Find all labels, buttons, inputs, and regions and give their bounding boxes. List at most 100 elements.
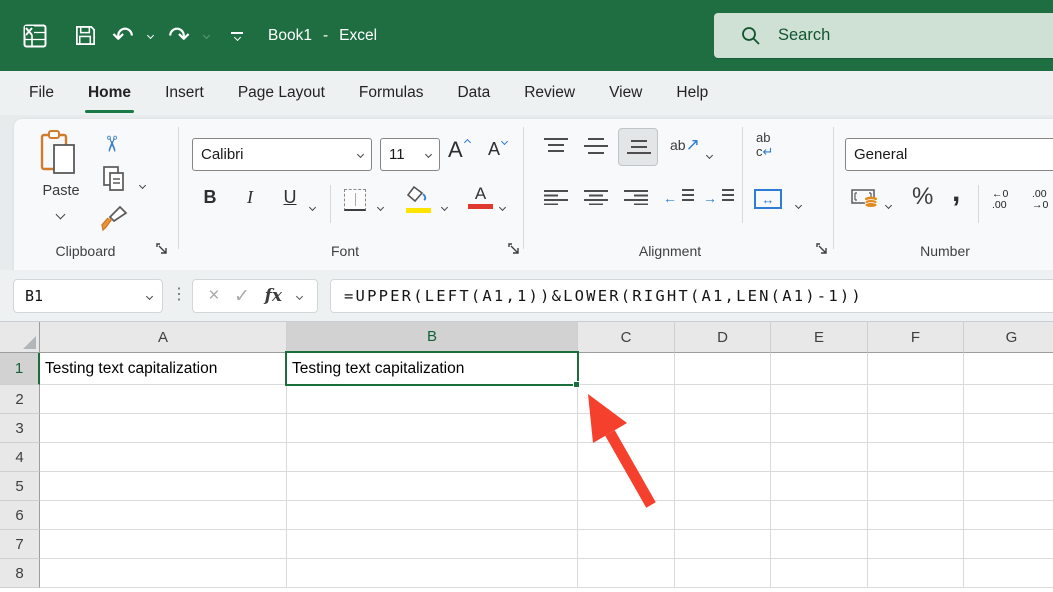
row-header-1[interactable]: 1: [0, 353, 40, 385]
cell-C3[interactable]: [578, 414, 675, 443]
cell-G1[interactable]: [964, 353, 1053, 385]
cell-F3[interactable]: [868, 414, 964, 443]
cell-B8[interactable]: [287, 559, 578, 588]
merge-center-dropdown[interactable]: [796, 195, 801, 213]
top-align-button[interactable]: [543, 137, 569, 160]
paste-dropdown[interactable]: [57, 205, 64, 223]
cell-C7[interactable]: [578, 530, 675, 559]
cell-F4[interactable]: [868, 443, 964, 472]
cell-B5[interactable]: [287, 472, 578, 501]
underline-button[interactable]: U: [278, 187, 302, 208]
menu-tab-view[interactable]: View: [592, 71, 659, 115]
menu-tab-page-layout[interactable]: Page Layout: [221, 71, 342, 115]
cell-G3[interactable]: [964, 414, 1053, 443]
cell-A4[interactable]: [40, 443, 287, 472]
cell-D4[interactable]: [675, 443, 771, 472]
cell-A6[interactable]: [40, 501, 287, 530]
cell-G5[interactable]: [964, 472, 1053, 501]
cell-A2[interactable]: [40, 385, 287, 414]
select-all-button[interactable]: [0, 322, 40, 353]
align-right-button[interactable]: [623, 189, 649, 210]
column-header-D[interactable]: D: [675, 322, 771, 353]
cell-F7[interactable]: [868, 530, 964, 559]
cell-F2[interactable]: [868, 385, 964, 414]
font-color-button[interactable]: A: [468, 185, 493, 209]
cell-G2[interactable]: [964, 385, 1053, 414]
name-box[interactable]: B1: [13, 279, 163, 313]
insert-function-button[interactable]: fx: [265, 286, 282, 306]
cell-D5[interactable]: [675, 472, 771, 501]
row-header-7[interactable]: 7: [0, 530, 40, 559]
accounting-format-button[interactable]: [851, 187, 879, 214]
undo-button[interactable]: ↶: [108, 0, 138, 71]
cancel-entry-button[interactable]: ×: [208, 285, 219, 307]
column-header-E[interactable]: E: [771, 322, 868, 353]
font-color-dropdown[interactable]: [500, 197, 505, 215]
cell-E4[interactable]: [771, 443, 868, 472]
copy-button[interactable]: [102, 165, 128, 198]
cell-C2[interactable]: [578, 385, 675, 414]
cell-D1[interactable]: [675, 353, 771, 385]
menu-tab-insert[interactable]: Insert: [148, 71, 221, 115]
row-header-6[interactable]: 6: [0, 501, 40, 530]
cell-E2[interactable]: [771, 385, 868, 414]
column-header-G[interactable]: G: [964, 322, 1053, 353]
orientation-button[interactable]: ab↗: [670, 135, 700, 155]
increase-decimal-button[interactable]: ←0 .00: [992, 189, 1008, 211]
decrease-font-size-button[interactable]: A: [488, 139, 505, 160]
cell-B2[interactable]: [287, 385, 578, 414]
bottom-align-button-selected[interactable]: [618, 128, 658, 166]
comma-style-button[interactable]: ,: [952, 175, 960, 209]
cell-C4[interactable]: [578, 443, 675, 472]
italic-button[interactable]: I: [238, 187, 262, 208]
underline-dropdown[interactable]: [310, 197, 315, 215]
excel-app-icon[interactable]: [20, 0, 50, 71]
format-painter-button[interactable]: [100, 203, 130, 238]
undo-dropdown[interactable]: [142, 0, 158, 71]
cell-G8[interactable]: [964, 559, 1053, 588]
cell-C6[interactable]: [578, 501, 675, 530]
cell-B4[interactable]: [287, 443, 578, 472]
menu-tab-help[interactable]: Help: [659, 71, 725, 115]
column-header-C[interactable]: C: [578, 322, 675, 353]
cell-D6[interactable]: [675, 501, 771, 530]
formula-bar-separator-dots[interactable]: ⋮: [171, 284, 187, 304]
bold-button[interactable]: B: [198, 187, 222, 208]
row-header-5[interactable]: 5: [0, 472, 40, 501]
cell-E5[interactable]: [771, 472, 868, 501]
font-dialog-launcher[interactable]: [508, 243, 522, 257]
cell-E3[interactable]: [771, 414, 868, 443]
decrease-decimal-button[interactable]: .00 →0: [1032, 189, 1048, 211]
menu-tab-home[interactable]: Home: [71, 71, 148, 115]
cell-B3[interactable]: [287, 414, 578, 443]
cell-A1[interactable]: Testing text capitalization: [40, 353, 287, 385]
customize-quick-access-button[interactable]: [224, 0, 250, 71]
borders-button[interactable]: [344, 189, 366, 211]
cut-button[interactable]: ✂: [98, 135, 124, 153]
font-name-combobox[interactable]: Calibri: [192, 138, 372, 171]
cell-E7[interactable]: [771, 530, 868, 559]
cell-D8[interactable]: [675, 559, 771, 588]
cell-G4[interactable]: [964, 443, 1053, 472]
cell-D3[interactable]: [675, 414, 771, 443]
row-header-8[interactable]: 8: [0, 559, 40, 588]
cell-G6[interactable]: [964, 501, 1053, 530]
borders-dropdown[interactable]: [378, 197, 383, 215]
cell-B7[interactable]: [287, 530, 578, 559]
cell-E8[interactable]: [771, 559, 868, 588]
confirm-entry-button[interactable]: ✓: [234, 285, 250, 308]
fill-color-button[interactable]: [406, 185, 432, 213]
cell-B6[interactable]: [287, 501, 578, 530]
column-header-B[interactable]: B: [287, 322, 578, 353]
increase-font-size-button[interactable]: A: [448, 137, 468, 163]
save-button[interactable]: [70, 0, 100, 71]
redo-dropdown[interactable]: [198, 0, 214, 71]
menu-tab-data[interactable]: Data: [440, 71, 507, 115]
cell-F5[interactable]: [868, 472, 964, 501]
cell-B1[interactable]: Testing text capitalization: [287, 353, 578, 385]
accounting-dropdown[interactable]: [886, 195, 891, 213]
number-format-combobox[interactable]: General: [845, 138, 1053, 171]
cell-C8[interactable]: [578, 559, 675, 588]
decrease-indent-button[interactable]: ←: [663, 187, 695, 206]
cell-C5[interactable]: [578, 472, 675, 501]
